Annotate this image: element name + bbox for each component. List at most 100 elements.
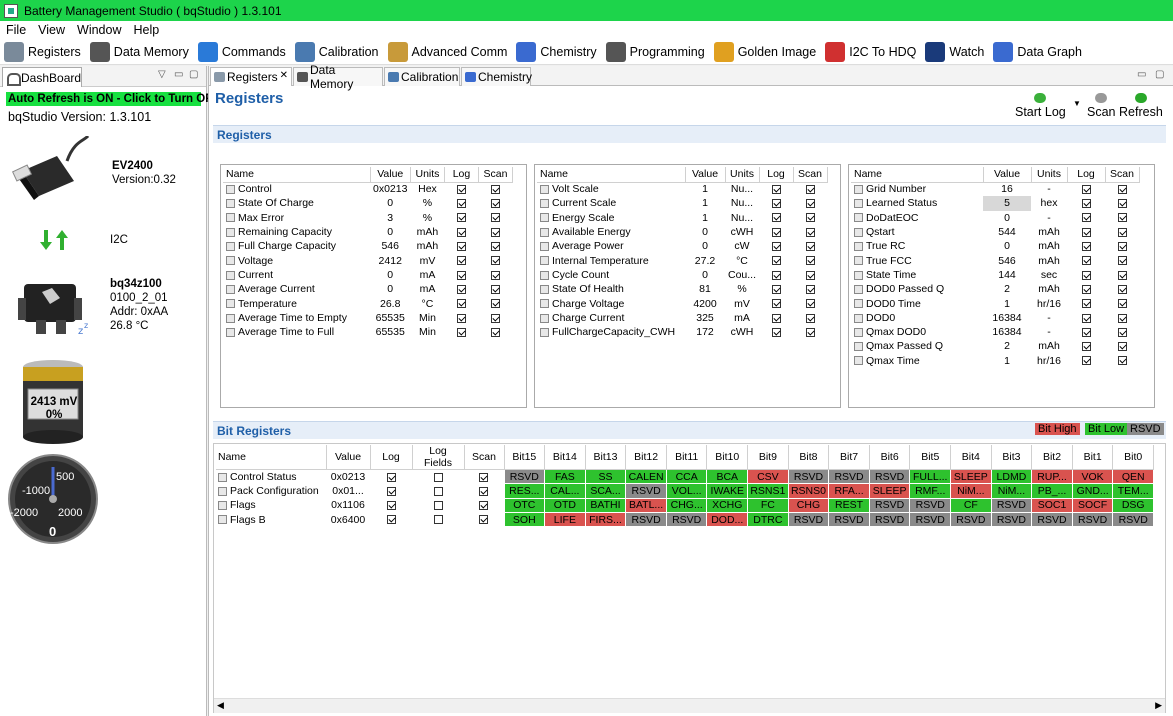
log-checkbox[interactable] xyxy=(456,327,466,337)
toolbar-registers-button[interactable]: Registers xyxy=(0,40,86,64)
log-checkbox[interactable] xyxy=(386,515,396,525)
register-value[interactable]: 2412 xyxy=(370,253,410,267)
log-checkbox[interactable] xyxy=(456,213,466,223)
tab-registers[interactable]: Registers ✕ xyxy=(210,67,292,86)
toolbar-watch-button[interactable]: Watch xyxy=(921,40,989,64)
register-value[interactable]: 2 xyxy=(983,282,1031,296)
scan-checkbox[interactable] xyxy=(479,500,489,510)
register-row[interactable]: Average Power 0 cW xyxy=(537,239,827,253)
register-value[interactable]: 16384 xyxy=(983,325,1031,339)
log-checkbox[interactable] xyxy=(456,284,466,294)
register-value[interactable]: 0 xyxy=(370,268,410,282)
scan-checkbox[interactable] xyxy=(1117,356,1127,366)
log-checkbox[interactable] xyxy=(1081,313,1091,323)
column-header[interactable]: Name xyxy=(216,445,327,470)
bit-cell[interactable]: SLEEP xyxy=(950,468,992,485)
bit-register-value[interactable]: 0x0213 xyxy=(326,470,370,484)
bit-cell[interactable]: RSVD xyxy=(1071,511,1114,528)
bit-cell[interactable]: RFA... xyxy=(828,483,870,499)
bit-cell[interactable]: DOD... xyxy=(706,511,749,528)
register-row[interactable]: Qmax Passed Q 2 mAh xyxy=(851,339,1139,353)
scan-checkbox[interactable] xyxy=(479,472,489,482)
log-checkbox[interactable] xyxy=(771,270,781,280)
register-value[interactable]: 0 xyxy=(685,239,725,253)
bit-register-value[interactable]: 0x6400 xyxy=(326,512,370,526)
bit-cell[interactable]: CSV xyxy=(747,468,789,485)
scan-checkbox[interactable] xyxy=(1117,313,1127,323)
bit-cell[interactable]: OTD xyxy=(544,497,586,513)
bit-cell[interactable]: RSVD xyxy=(787,468,830,485)
bit-cell[interactable]: PB_... xyxy=(1031,483,1073,499)
bit-cell[interactable]: TEM... xyxy=(1112,483,1154,499)
register-row[interactable]: DOD0 Passed Q 2 mAh xyxy=(851,282,1139,296)
log-checkbox[interactable] xyxy=(771,327,781,337)
log-checkbox[interactable] xyxy=(771,227,781,237)
scan-checkbox[interactable] xyxy=(805,185,815,195)
log-checkbox[interactable] xyxy=(456,299,466,309)
bit-cell[interactable]: CAL... xyxy=(544,483,586,499)
bit-cell[interactable]: RSVD xyxy=(828,511,870,528)
register-row[interactable]: True RC 0 mAh xyxy=(851,239,1139,253)
log-checkbox[interactable] xyxy=(386,472,396,482)
column-header[interactable]: Name xyxy=(223,167,371,183)
bit-cell[interactable]: RSVD xyxy=(868,468,911,485)
scan-checkbox[interactable] xyxy=(490,242,500,252)
column-header[interactable]: Bit2 xyxy=(1031,445,1073,470)
register-value[interactable]: 1 xyxy=(983,296,1031,310)
bit-cell[interactable]: SCA... xyxy=(584,483,627,499)
register-row[interactable]: Full Charge Capacity 546 mAh xyxy=(223,239,512,253)
log-checkbox[interactable] xyxy=(771,299,781,309)
bit-cell[interactable]: RMF... xyxy=(909,483,952,499)
scan-checkbox[interactable] xyxy=(805,270,815,280)
register-row[interactable]: Volt Scale 1 Nu... xyxy=(537,182,827,196)
log-checkbox[interactable] xyxy=(1081,284,1091,294)
scan-checkbox[interactable] xyxy=(479,486,489,496)
column-header[interactable]: Bit14 xyxy=(544,445,586,470)
register-row[interactable]: Internal Temperature 27.2 °C xyxy=(537,253,827,267)
log-fields-checkbox[interactable] xyxy=(433,472,443,482)
register-row[interactable]: Current 0 mA xyxy=(223,268,512,282)
column-header[interactable]: Bit4 xyxy=(950,445,992,470)
bit-cell[interactable]: QEN xyxy=(1112,468,1154,485)
scan-checkbox[interactable] xyxy=(1117,327,1127,337)
register-value[interactable]: 65535 xyxy=(370,311,410,325)
refresh-button[interactable]: Refresh xyxy=(1119,93,1163,119)
horizontal-scrollbar[interactable]: ◀ ▶ xyxy=(214,698,1165,713)
column-header[interactable]: Units xyxy=(1031,167,1068,183)
minimize-icon[interactable]: ▭ xyxy=(174,69,183,80)
register-row[interactable]: Charge Voltage 4200 mV xyxy=(537,296,827,310)
scan-checkbox[interactable] xyxy=(1117,242,1127,252)
register-row[interactable]: Qmax Time 1 hr/16 xyxy=(851,354,1139,368)
column-header[interactable]: Value xyxy=(326,445,371,470)
log-checkbox[interactable] xyxy=(386,486,396,496)
register-value[interactable]: 26.8 xyxy=(370,296,410,310)
log-checkbox[interactable] xyxy=(1081,327,1091,337)
bit-cell[interactable]: CALEN xyxy=(625,468,667,485)
menu-file[interactable]: File xyxy=(0,23,32,37)
bit-cell[interactable]: SOC1 xyxy=(1031,497,1073,513)
scan-checkbox[interactable] xyxy=(490,213,500,223)
log-fields-checkbox[interactable] xyxy=(433,515,443,525)
toolbar-calibration-button[interactable]: Calibration xyxy=(291,40,384,64)
log-checkbox[interactable] xyxy=(456,185,466,195)
register-value[interactable]: 5 xyxy=(983,196,1031,211)
column-header[interactable]: Bit3 xyxy=(991,445,1033,470)
scan-checkbox[interactable] xyxy=(490,313,500,323)
register-row[interactable]: State Of Health 81% xyxy=(537,282,827,296)
scan-checkbox[interactable] xyxy=(805,313,815,323)
register-row[interactable]: FullChargeCapacity_CWH 172 cWH xyxy=(537,325,827,339)
register-value[interactable]: 546 xyxy=(983,253,1031,267)
register-value[interactable]: 172 xyxy=(685,325,725,339)
bit-cell[interactable]: FAS xyxy=(544,468,586,485)
toolbar-chemistry-button[interactable]: Chemistry xyxy=(512,40,601,64)
bit-cell[interactable]: VOK xyxy=(1071,468,1114,485)
register-row[interactable]: Control 0x0213 Hex xyxy=(223,182,512,196)
column-header[interactable]: Name xyxy=(537,167,686,183)
maximize-icon[interactable]: ▢ xyxy=(189,69,198,80)
column-header[interactable]: Log Fields xyxy=(412,445,465,470)
view-menu-icon[interactable]: ▽ xyxy=(158,69,166,80)
log-checkbox[interactable] xyxy=(771,185,781,195)
bit-cell[interactable]: RSNS0 xyxy=(787,483,830,499)
bit-register-value[interactable]: 0x1106 xyxy=(326,498,370,512)
bit-cell[interactable]: RSVD xyxy=(1031,511,1073,528)
